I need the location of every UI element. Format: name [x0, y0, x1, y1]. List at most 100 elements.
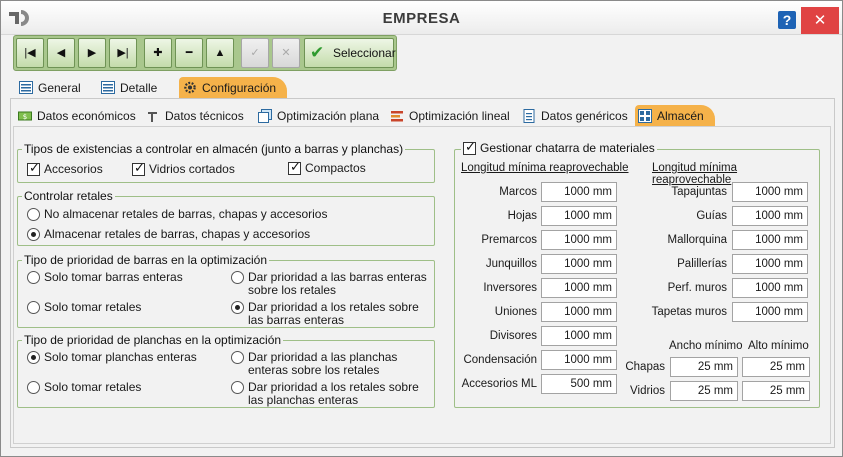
select-button[interactable]: ✔ Seleccionar: [304, 38, 396, 68]
sheets-icon: [258, 109, 272, 123]
planchas-enteras-radio[interactable]: Solo tomar planchas enteras: [27, 351, 197, 364]
premarcos-input[interactable]: 1000 mm: [541, 230, 617, 250]
tab-almacen[interactable]: Almacén: [635, 105, 715, 127]
tab-detalle-label: Detalle: [120, 81, 158, 95]
window: EMPRESA ? ✕ |◀ ◀ ▶ ▶| ✚ ━ ▲ ✓ ✕ ✔ Selecci…: [0, 0, 843, 457]
tapetas-muros-label: Tapetas muros: [651, 306, 727, 318]
tab-datos-tecnicos[interactable]: Datos técnicos: [143, 105, 251, 127]
chatarra-checkbox[interactable]: Gestionar chatarra de materiales: [461, 140, 657, 155]
divisores-label: Divisores: [489, 330, 537, 342]
chatarra-legend: Gestionar chatarra de materiales: [480, 141, 655, 155]
tab-datos-economicos[interactable]: $ Datos económicos: [15, 105, 137, 127]
stock-types-group: Tipos de existencias a controlar en alma…: [17, 142, 435, 183]
marcos-input[interactable]: 1000 mm: [541, 182, 617, 202]
gear-icon: [184, 81, 196, 94]
tab-datos-genericos[interactable]: Datos genéricos: [519, 105, 631, 127]
planchas-prioridad-enteras-radio[interactable]: Dar prioridad a las planchas enteras sob…: [231, 351, 431, 377]
planchas-prioridad-retales-radio[interactable]: Dar prioridad a los retales sobre las pl…: [231, 381, 431, 407]
tapajuntas-input[interactable]: 1000 mm: [732, 182, 808, 202]
perf-muros-label: Perf. muros: [667, 282, 727, 294]
tools-icon: [148, 112, 157, 122]
barras-prioridad-retales-label: Dar prioridad a los retales sobre las ba…: [248, 300, 419, 327]
chapas-alto-input[interactable]: 25 mm: [742, 357, 810, 377]
cancel-disabled-button: ✕: [272, 38, 300, 68]
select-button-label: Seleccionar: [333, 46, 396, 60]
stock-types-legend: Tipos de existencias a controlar en alma…: [22, 142, 406, 156]
inversores-input[interactable]: 1000 mm: [541, 278, 617, 298]
warehouse-icon: [638, 109, 652, 123]
mallorquina-input[interactable]: 1000 mm: [732, 230, 808, 250]
retales-legend: Controlar retales: [22, 189, 115, 203]
barras-priority-group: Tipo de prioridad de barras en la optimi…: [17, 253, 435, 328]
add-button[interactable]: ✚: [144, 38, 172, 68]
form-icon: [101, 81, 115, 94]
accesorios-ml-label: Accesorios ML: [461, 378, 537, 390]
tapetas-muros-input[interactable]: 1000 mm: [732, 302, 808, 322]
close-button[interactable]: ✕: [801, 7, 839, 34]
retales-no-label: No almacenar retales de barras, chapas y…: [44, 207, 328, 221]
tab-optimizacion-plana[interactable]: Optimización plana: [255, 105, 381, 127]
first-record-button[interactable]: |◀: [16, 38, 44, 68]
title-bar: EMPRESA ? ✕: [1, 1, 842, 35]
sub-tabs: $ Datos económicos Datos técnicos Optimiz…: [11, 105, 831, 127]
palillerias-input[interactable]: 1000 mm: [732, 254, 808, 274]
retales-group: Controlar retales No almacenar retales d…: [17, 189, 435, 246]
hojas-input[interactable]: 1000 mm: [541, 206, 617, 226]
remove-button[interactable]: ━: [175, 38, 203, 68]
palillerias-label: Palillerías: [677, 258, 727, 270]
window-title: EMPRESA: [382, 10, 461, 27]
retales-no-radio[interactable]: No almacenar retales de barras, chapas y…: [27, 208, 327, 221]
vidrios-ancho-input[interactable]: 25 mm: [670, 381, 738, 401]
planchas-priority-legend: Tipo de prioridad de planchas en la opti…: [22, 333, 284, 347]
junquillos-label: Junquillos: [485, 258, 537, 270]
tab-general-label: General: [38, 81, 81, 95]
tapajuntas-label: Tapajuntas: [671, 186, 727, 198]
prev-record-button[interactable]: ◀: [47, 38, 75, 68]
tab-optimizacion-lineal[interactable]: Optimización lineal: [387, 105, 513, 127]
barras-retales-radio[interactable]: Solo tomar retales: [27, 301, 141, 314]
chapas-ancho-input[interactable]: 25 mm: [670, 357, 738, 377]
vidrios-alto-input[interactable]: 25 mm: [742, 381, 810, 401]
document-icon: [523, 109, 535, 123]
compactos-checkbox[interactable]: Compactos: [288, 160, 366, 175]
tab-optimizacion-lineal-label: Optimización lineal: [409, 109, 510, 123]
tab-datos-genericos-label: Datos genéricos: [541, 109, 628, 123]
divisores-input[interactable]: 1000 mm: [541, 326, 617, 346]
retales-si-label: Almacenar retales de barras, chapas y ac…: [44, 227, 311, 241]
tab-detalle[interactable]: Detalle: [97, 77, 177, 99]
next-record-button[interactable]: ▶: [78, 38, 106, 68]
hojas-label: Hojas: [507, 210, 537, 222]
barras-retales-label: Solo tomar retales: [44, 300, 142, 314]
planchas-enteras-label: Solo tomar planchas enteras: [44, 350, 197, 364]
bars-icon: [391, 111, 403, 122]
guias-input[interactable]: 1000 mm: [732, 206, 808, 226]
up-button[interactable]: ▲: [206, 38, 234, 68]
barras-prioridad-enteras-radio[interactable]: Dar prioridad a las barras enteras sobre…: [231, 271, 431, 297]
vidrios-cortados-checkbox[interactable]: Vidrios cortados: [132, 161, 235, 176]
check-icon: ✔: [310, 43, 325, 62]
last-record-button[interactable]: ▶|: [109, 38, 137, 68]
compactos-label: Compactos: [305, 161, 366, 175]
tab-configuracion-label: Configuración: [202, 81, 277, 95]
barras-prioridad-retales-radio[interactable]: Dar prioridad a los retales sobre las ba…: [231, 301, 431, 327]
barras-prioridad-enteras-label: Dar prioridad a las barras enteras sobre…: [248, 270, 427, 297]
tab-optimizacion-plana-label: Optimización plana: [277, 109, 380, 123]
accesorios-checkbox[interactable]: Accesorios: [27, 161, 103, 176]
planchas-priority-group: Tipo de prioridad de planchas en la opti…: [17, 333, 435, 408]
planchas-retales-radio[interactable]: Solo tomar retales: [27, 381, 141, 394]
tab-almacen-label: Almacén: [657, 109, 704, 123]
junquillos-input[interactable]: 1000 mm: [541, 254, 617, 274]
perf-muros-input[interactable]: 1000 mm: [732, 278, 808, 298]
planchas-prioridad-enteras-label: Dar prioridad a las planchas enteras sob…: [248, 350, 398, 377]
help-button[interactable]: ?: [778, 11, 796, 29]
tab-configuracion[interactable]: Configuración: [179, 77, 287, 99]
tab-datos-tecnicos-label: Datos técnicos: [165, 109, 244, 123]
marcos-label: Marcos: [499, 186, 537, 198]
inversores-label: Inversores: [483, 282, 537, 294]
mallorquina-label: Mallorquina: [667, 234, 727, 246]
barras-enteras-radio[interactable]: Solo tomar barras enteras: [27, 271, 183, 284]
vidrios-label: Vidrios: [630, 385, 665, 397]
uniones-input[interactable]: 1000 mm: [541, 302, 617, 322]
tab-general[interactable]: General: [15, 77, 91, 99]
retales-si-radio[interactable]: Almacenar retales de barras, chapas y ac…: [27, 228, 310, 241]
